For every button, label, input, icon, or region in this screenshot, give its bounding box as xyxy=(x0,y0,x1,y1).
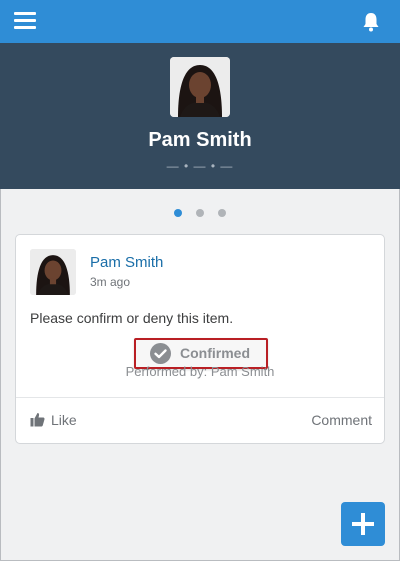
post-body: Please confirm or deny this item. xyxy=(30,310,234,326)
comment-button[interactable]: Comment xyxy=(311,412,372,428)
post-author-avatar[interactable] xyxy=(30,249,76,295)
profile-avatar[interactable] xyxy=(170,57,230,117)
feed-post-card: Pam Smith 3m ago Please confirm or deny … xyxy=(15,234,385,444)
add-button[interactable] xyxy=(341,502,385,546)
like-label: Like xyxy=(51,412,77,428)
profile-name: Pam Smith xyxy=(148,129,252,151)
confirmed-label: Confirmed xyxy=(180,345,250,361)
top-bar xyxy=(0,0,400,43)
carousel-dot[interactable] xyxy=(218,209,227,217)
carousel-dot[interactable] xyxy=(196,209,204,217)
divider xyxy=(16,397,384,398)
bell-icon[interactable] xyxy=(362,12,380,32)
profile-header: Pam Smith — • — • — xyxy=(0,43,400,189)
carousel-indicator xyxy=(0,204,400,222)
plus-icon xyxy=(361,513,365,535)
profile-subtitle: — • — • — xyxy=(166,159,234,173)
check-circle-icon xyxy=(150,343,171,364)
post-author-link[interactable]: Pam Smith xyxy=(90,254,163,271)
thumbs-up-icon xyxy=(30,413,45,427)
like-button[interactable]: Like xyxy=(30,412,77,428)
hamburger-menu-icon[interactable] xyxy=(14,12,36,30)
carousel-dot[interactable] xyxy=(173,209,182,217)
post-timestamp: 3m ago xyxy=(90,275,131,289)
performed-by-text: Performed by: Pam Smith xyxy=(125,364,275,379)
